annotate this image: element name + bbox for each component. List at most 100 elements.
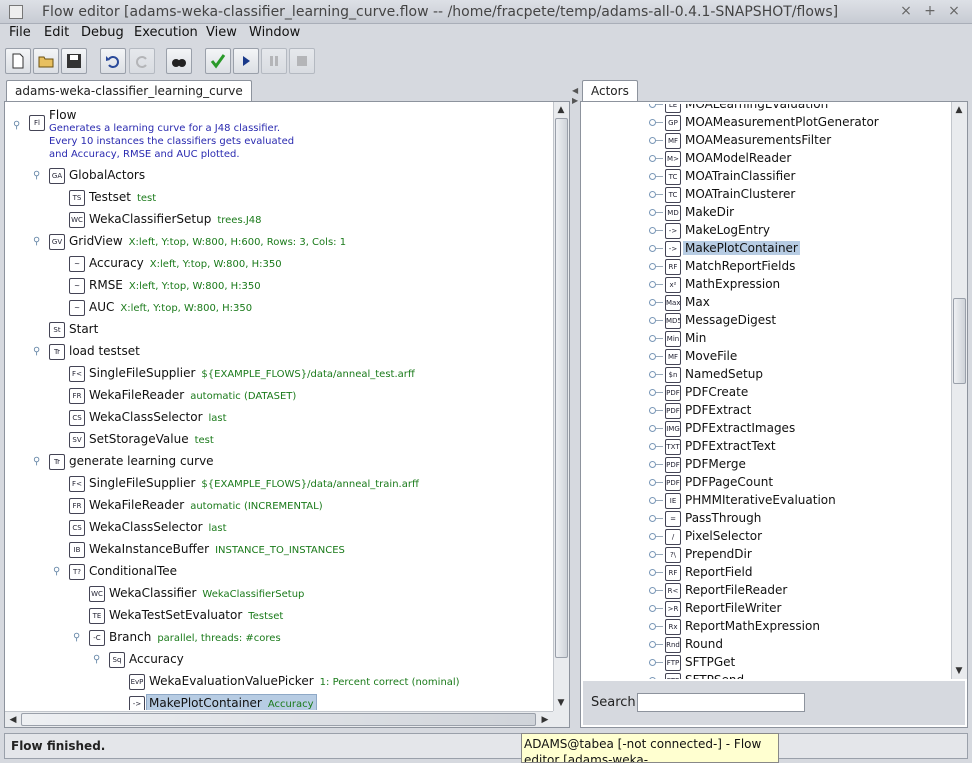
actor-list-item[interactable]: -> MakeLogEntry <box>583 222 943 240</box>
tree-node[interactable]: WC WekaClassifier WekaClassifierSetup <box>7 584 547 606</box>
actor-list-item[interactable]: $n NamedSetup <box>583 366 943 384</box>
tree-node[interactable]: WC WekaClassifierSetup trees.J48 <box>7 210 547 232</box>
actor-list-item[interactable]: IE PHMMIterativeEvaluation <box>583 492 943 510</box>
scroll-right-icon[interactable]: ▶ <box>538 713 552 727</box>
actor-list-item[interactable]: PDF PDFMerge <box>583 456 943 474</box>
actor-list-item[interactable]: TXT PDFExtractText <box>583 438 943 456</box>
tree-node[interactable]: ~ RMSE X:left, Y:top, W:800, H:350 <box>7 276 547 298</box>
expand-handle-icon[interactable]: ⚲ <box>33 170 40 181</box>
actor-list-item[interactable]: MF MoveFile <box>583 348 943 366</box>
actor-list-item[interactable]: TC MOATrainClassifier <box>583 168 943 186</box>
tree-node[interactable]: St Start <box>7 320 547 342</box>
save-button[interactable] <box>61 48 87 74</box>
tree-node[interactable]: ⚲ Tr load testset <box>7 342 547 364</box>
tab-flow[interactable]: adams-weka-classifier_learning_curve <box>6 80 252 101</box>
actor-list-item[interactable]: -> MakePlotContainer <box>583 240 943 258</box>
redo-button[interactable] <box>129 48 155 74</box>
tree-node[interactable]: ⚲ T? ConditionalTee <box>7 562 547 584</box>
menu-file[interactable]: File <box>9 25 31 40</box>
actor-list-item[interactable]: Rx ReportMathExpression <box>583 618 943 636</box>
tree-node[interactable]: TS Testset test <box>7 188 547 210</box>
find-button[interactable] <box>166 48 192 74</box>
actor-list-item[interactable]: IMG PDFExtractImages <box>583 420 943 438</box>
actor-list-item[interactable]: PDF PDFPageCount <box>583 474 943 492</box>
scroll-down-icon[interactable]: ▼ <box>554 696 568 710</box>
actor-list-item[interactable]: / PixelSelector <box>583 528 943 546</box>
check-button[interactable] <box>205 48 231 74</box>
pause-button[interactable] <box>261 48 287 74</box>
collapse-right-icon[interactable]: ▶ <box>572 96 578 105</box>
tree-node[interactable]: TE WekaTestSetEvaluator Testset <box>7 606 547 628</box>
tab-actors[interactable]: Actors <box>582 80 638 101</box>
menu-debug[interactable]: Debug <box>81 25 124 40</box>
menu-window[interactable]: Window <box>249 25 300 40</box>
actor-list-item[interactable]: >R ReportFileWriter <box>583 600 943 618</box>
tree-node[interactable]: ⚲ GV GridView X:left, Y:top, W:800, H:600, … <box>7 232 547 254</box>
scroll-up-icon[interactable]: ▲ <box>554 103 568 117</box>
actor-list-item[interactable]: RF ReportField <box>583 564 943 582</box>
expand-handle-icon[interactable]: ⚲ <box>33 456 40 467</box>
expand-handle-icon[interactable]: ⚲ <box>33 346 40 357</box>
menu-view[interactable]: View <box>206 25 237 40</box>
tree-node[interactable]: ~ Accuracy X:left, Y:top, W:800, H:350 <box>7 254 547 276</box>
tree-node[interactable]: ⚲ Fl Flow Generates a learning curve for a … <box>7 106 547 166</box>
actor-list-item[interactable]: PDF PDFCreate <box>583 384 943 402</box>
actor-list-item[interactable]: Min Min <box>583 330 943 348</box>
tree-node[interactable]: ~ AUC X:left, Y:top, W:800, H:350 <box>7 298 547 320</box>
collapse-left-icon[interactable]: ◀ <box>572 86 578 95</box>
tree-node[interactable]: ⚲ -C Branch parallel, threads: #cores <box>7 628 547 650</box>
actors-scroll-up-icon[interactable]: ▲ <box>952 103 966 117</box>
actor-list-item[interactable]: Max Max <box>583 294 943 312</box>
tree-hscroll-thumb[interactable] <box>21 713 536 726</box>
actor-list-item[interactable]: RF MatchReportFields <box>583 258 943 276</box>
actor-list-item[interactable]: LE MOALearningEvaluation <box>583 104 943 114</box>
undo-button[interactable] <box>100 48 126 74</box>
tree-node[interactable]: F< SingleFileSupplier ${EXAMPLE_FLOWS}/dat… <box>7 474 547 496</box>
minimize-icon[interactable]: × <box>898 3 914 19</box>
tree-node[interactable]: CS WekaClassSelector last <box>7 408 547 430</box>
tree-node[interactable]: F< SingleFileSupplier ${EXAMPLE_FLOWS}/dat… <box>7 364 547 386</box>
scroll-left-icon[interactable]: ◀ <box>6 713 20 727</box>
actor-list-item[interactable]: GP MOAMeasurementPlotGenerator <box>583 114 943 132</box>
split-divider[interactable]: ◀ ▶ <box>570 80 580 728</box>
tree-horizontal-scrollbar[interactable]: ◀ ▶ <box>5 711 553 727</box>
actor-list-item[interactable]: MD MakeDir <box>583 204 943 222</box>
expand-handle-icon[interactable]: ⚲ <box>33 236 40 247</box>
tree-scroll-thumb[interactable] <box>555 118 568 658</box>
actor-list-item[interactable]: ?\ PrependDir <box>583 546 943 564</box>
actors-scroll-thumb[interactable] <box>953 298 966 384</box>
actor-list-item[interactable]: PDF PDFExtract <box>583 402 943 420</box>
tree-node[interactable]: ⚲ Tr generate learning curve <box>7 452 547 474</box>
expand-handle-icon[interactable]: ⚲ <box>53 566 60 577</box>
actor-list-item[interactable]: Rnd Round <box>583 636 943 654</box>
actor-list-item[interactable]: TC MOATrainClusterer <box>583 186 943 204</box>
menu-edit[interactable]: Edit <box>44 25 69 40</box>
maximize-icon[interactable]: + <box>922 3 938 19</box>
new-button[interactable] <box>5 48 31 74</box>
tree-node[interactable]: ⚲ GA GlobalActors <box>7 166 547 188</box>
tree-vertical-scrollbar[interactable]: ▲ ▼ <box>553 102 569 711</box>
search-input[interactable] <box>637 693 805 712</box>
tree-node[interactable]: FR WekaFileReader automatic (DATASET) <box>7 386 547 408</box>
actors-scroll-down-icon[interactable]: ▼ <box>952 664 966 678</box>
tree-node[interactable]: EvP WekaEvaluationValuePicker 1: Percent c… <box>7 672 547 694</box>
expand-handle-icon[interactable]: ⚲ <box>13 120 20 131</box>
menu-execution[interactable]: Execution <box>134 25 198 40</box>
stop-button[interactable] <box>289 48 315 74</box>
actor-list-item[interactable]: FTP SFTPSend <box>583 672 943 679</box>
actor-list-item[interactable]: FTP SFTPGet <box>583 654 943 672</box>
tree-node[interactable]: FR WekaFileReader automatic (INCREMENTAL) <box>7 496 547 518</box>
tree-node[interactable]: CS WekaClassSelector last <box>7 518 547 540</box>
open-button[interactable] <box>33 48 59 74</box>
actor-list-item[interactable]: = PassThrough <box>583 510 943 528</box>
actor-list-item[interactable]: MD5 MessageDigest <box>583 312 943 330</box>
tree-node[interactable]: SV SetStorageValue test <box>7 430 547 452</box>
tree-node[interactable]: IB WekaInstanceBuffer INSTANCE_TO_INSTANCE… <box>7 540 547 562</box>
actors-vertical-scrollbar[interactable]: ▲ ▼ <box>951 102 967 679</box>
tree-node[interactable]: ⚲ Sq Accuracy <box>7 650 547 672</box>
close-icon[interactable]: × <box>946 3 962 19</box>
actor-list-item[interactable]: x² MathExpression <box>583 276 943 294</box>
actor-list-item[interactable]: M> MOAModelReader <box>583 150 943 168</box>
expand-handle-icon[interactable]: ⚲ <box>93 654 100 665</box>
actor-list-item[interactable]: MF MOAMeasurementsFilter <box>583 132 943 150</box>
